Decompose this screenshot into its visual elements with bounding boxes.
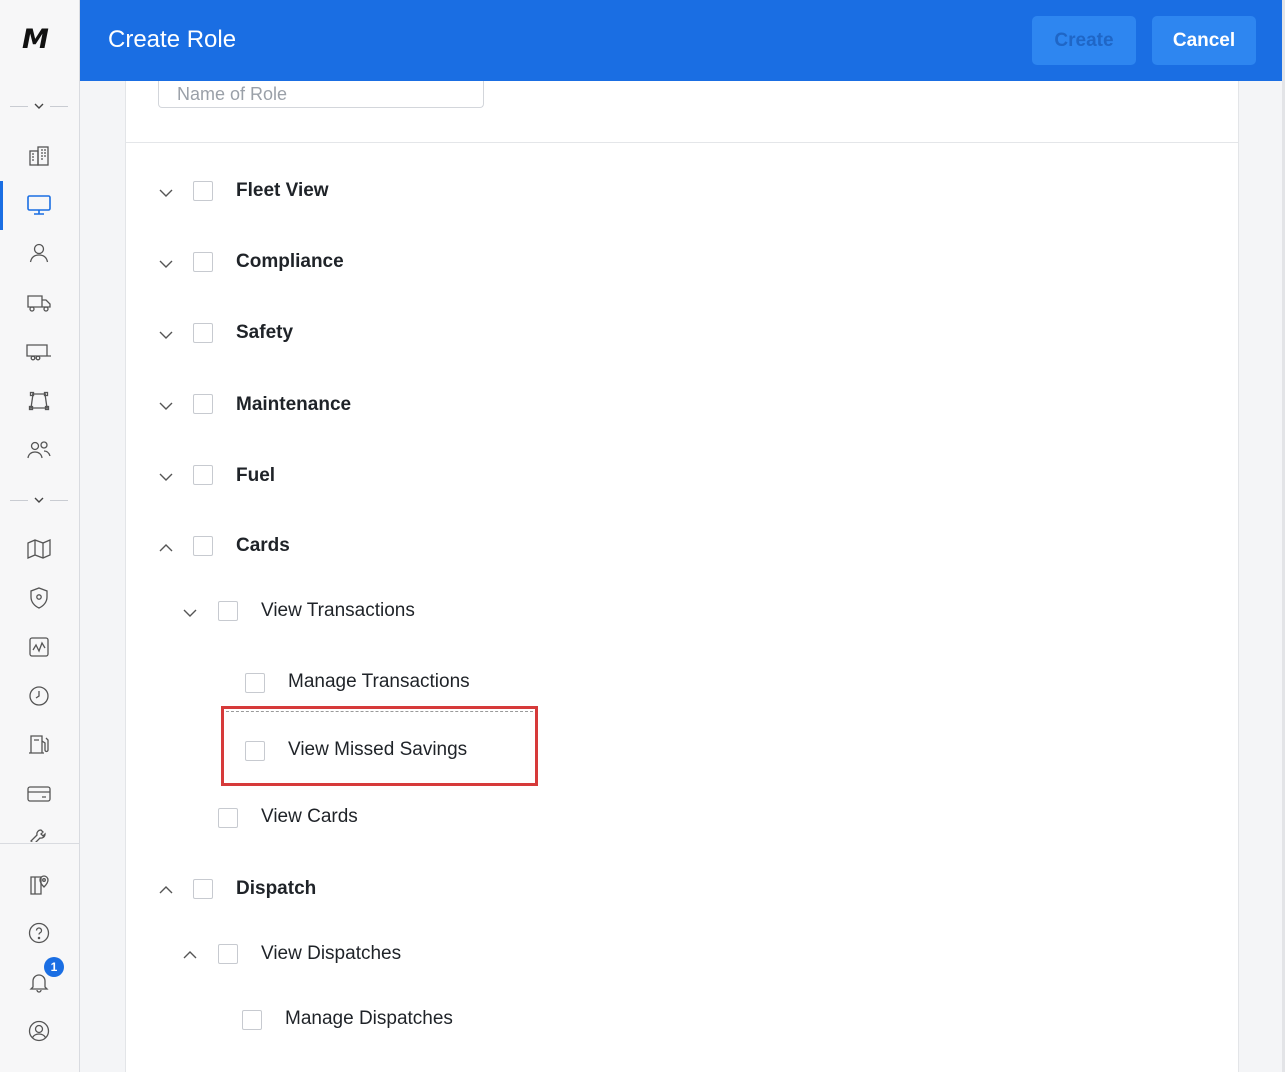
account-icon[interactable]: [24, 1016, 54, 1046]
app-logo[interactable]: M: [22, 26, 58, 53]
sidebar-collapse-toggle[interactable]: [10, 99, 68, 113]
checkbox-view-cards[interactable]: [218, 808, 238, 828]
permission-compliance: Compliance: [236, 251, 344, 272]
chart-icon[interactable]: [24, 632, 54, 662]
permission-maintenance: Maintenance: [236, 394, 352, 415]
permission-view-transactions: View Transactions: [261, 600, 415, 621]
users-icon[interactable]: [24, 435, 54, 465]
notification-badge: 1: [44, 957, 64, 977]
permission-view-missed-savings: View Missed Savings: [288, 739, 468, 760]
divider: [126, 142, 1238, 143]
checkbox-dispatch[interactable]: [193, 879, 213, 899]
permission-safety: Safety: [236, 322, 294, 343]
checkbox-compliance[interactable]: [193, 252, 213, 272]
checkbox-view-dispatches[interactable]: [218, 944, 238, 964]
chevron-down-icon: [34, 103, 44, 109]
chevron-down-icon[interactable]: [157, 326, 175, 344]
trailer-icon[interactable]: [24, 337, 54, 367]
permission-view-cards: View Cards: [261, 806, 358, 827]
checkbox-fleet-view[interactable]: [193, 181, 213, 201]
checkbox-manage-dispatches[interactable]: [242, 1010, 262, 1030]
chevron-down-icon[interactable]: [157, 468, 175, 486]
help-icon[interactable]: [24, 918, 54, 948]
truck-icon[interactable]: [24, 288, 54, 318]
chevron-up-icon[interactable]: [181, 946, 199, 964]
map-pin-book-icon[interactable]: [24, 870, 54, 900]
checkbox-fuel[interactable]: [193, 465, 213, 485]
permission-fuel: Fuel: [236, 465, 276, 486]
chevron-down-icon[interactable]: [157, 397, 175, 415]
permission-view-dispatches: View Dispatches: [261, 943, 402, 964]
buildings-icon[interactable]: [24, 141, 54, 171]
sidebar-separator: [0, 843, 79, 844]
chevron-up-icon[interactable]: [157, 539, 175, 557]
chevron-up-icon[interactable]: [157, 881, 175, 899]
sidebar: M 1: [0, 0, 80, 1072]
monitor-icon[interactable]: [24, 190, 54, 220]
route-icon[interactable]: [24, 386, 54, 416]
checkbox-safety[interactable]: [193, 323, 213, 343]
focus-outline: [226, 711, 533, 713]
permission-manage-transactions: Manage Transactions: [288, 671, 470, 692]
checkbox-view-transactions[interactable]: [218, 601, 238, 621]
user-icon[interactable]: [24, 238, 54, 268]
checkbox-cards[interactable]: [193, 536, 213, 556]
permission-dispatch: Dispatch: [236, 878, 317, 899]
card-icon[interactable]: [24, 779, 54, 809]
role-name-input[interactable]: [158, 81, 484, 108]
cancel-button[interactable]: Cancel: [1152, 16, 1256, 65]
checkbox-manage-transactions[interactable]: [245, 673, 265, 693]
page-title: Create Role: [108, 26, 237, 53]
active-indicator: [0, 181, 3, 230]
chevron-down-icon[interactable]: [181, 604, 199, 622]
checkbox-maintenance[interactable]: [193, 394, 213, 414]
permission-fleet-view: Fleet View: [236, 180, 329, 201]
top-bar: Create Role Create Cancel: [80, 0, 1282, 81]
clock-icon[interactable]: [24, 681, 54, 711]
create-button[interactable]: Create: [1032, 16, 1136, 65]
permission-cards: Cards: [236, 535, 290, 556]
map-icon[interactable]: [24, 534, 54, 564]
sidebar-section-toggle[interactable]: [10, 493, 68, 507]
shield-icon[interactable]: [24, 583, 54, 613]
permission-manage-dispatches: Manage Dispatches: [285, 1008, 453, 1029]
chevron-down-icon: [34, 497, 44, 503]
tool-icon[interactable]: [24, 826, 54, 842]
checkbox-view-missed-savings[interactable]: [245, 741, 265, 761]
chevron-down-icon[interactable]: [157, 255, 175, 273]
role-form-card: [125, 81, 1239, 1072]
chevron-down-icon[interactable]: [157, 184, 175, 202]
fuel-pump-icon[interactable]: [24, 729, 54, 759]
